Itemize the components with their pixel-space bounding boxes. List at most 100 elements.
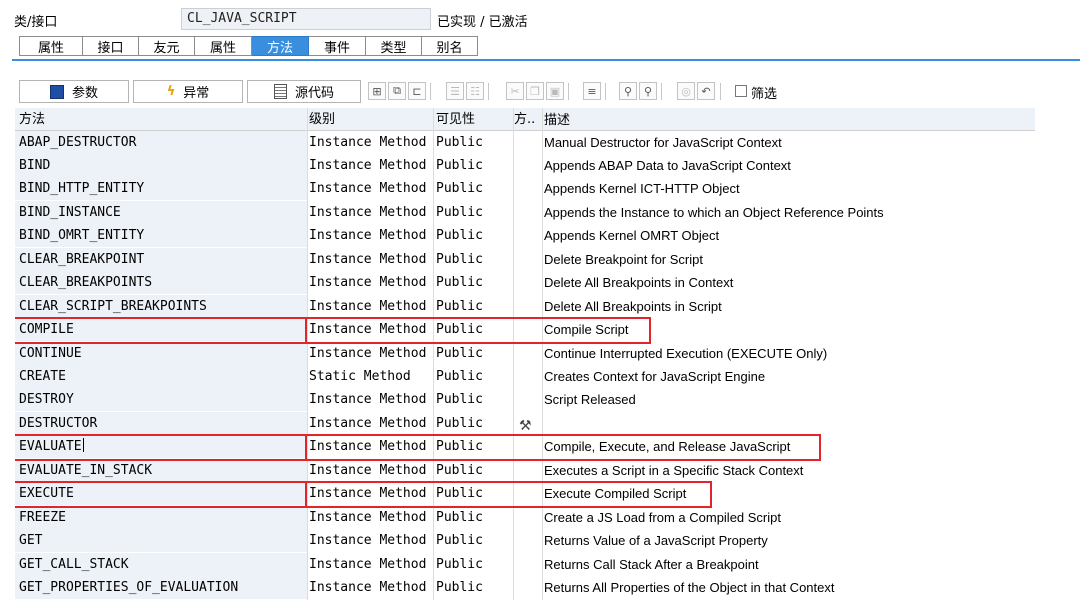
flag-cell	[514, 318, 542, 342]
column-divider	[433, 108, 434, 600]
method-name-cell-text: BIND_HTTP_ENTITY	[19, 181, 145, 197]
parameters-button[interactable]: 参数	[19, 80, 129, 103]
tab-attributes[interactable]: 属性	[19, 36, 83, 56]
level-cell: Instance Method	[308, 576, 433, 600]
flag-cell	[514, 271, 542, 295]
paste-icon[interactable]: ▣	[546, 82, 564, 100]
table-header: 方法 级别 可见性 方.. 描述	[15, 108, 1035, 131]
column-header-level[interactable]: 级别	[308, 108, 433, 131]
table-row[interactable]: CREATE Static Method Public Creates Context…	[15, 365, 1035, 388]
level-cell-text: Instance Method	[309, 181, 427, 197]
table-row[interactable]: EVALUATE_IN_STACK Instance Method Public Ex…	[15, 458, 1035, 482]
method-name-cell-text: GET_PROPERTIES_OF_EVALUATION	[19, 580, 239, 596]
method-name-cell: BIND_HTTP_ENTITY	[15, 177, 307, 201]
table-row[interactable]: CLEAR_SCRIPT_BREAKPOINTS Instance Method P…	[15, 294, 1035, 318]
insert-row-icon[interactable]: ⊞	[368, 82, 386, 100]
method-name-cell-text: CLEAR_BREAKPOINT	[19, 251, 145, 267]
exceptions-button[interactable]: ϟ 异常	[133, 80, 243, 103]
visibility-cell: Public	[434, 341, 513, 365]
source-code-button[interactable]: 源代码	[247, 80, 361, 103]
tab-methods[interactable]: 方法	[252, 36, 309, 56]
column-header-method[interactable]: 方法	[15, 108, 307, 131]
tab-interfaces[interactable]: 接口	[83, 36, 139, 56]
description-cell: Creates Context for JavaScript Engine	[543, 365, 1035, 388]
table-row[interactable]: GET_CALL_STACK Instance Method Public Retur…	[15, 552, 1035, 576]
tab-events[interactable]: 事件	[309, 36, 366, 56]
table-row[interactable]: CLEAR_BREAKPOINTS Instance Method Public De…	[15, 271, 1035, 295]
description-cell: Continue Interrupted Execution (EXECUTE …	[543, 341, 1035, 365]
table-row[interactable]: BIND_OMRT_ENTITY Instance Method Public App…	[15, 224, 1035, 248]
description-cell-text: Creates Context for JavaScript Engine	[544, 369, 766, 384]
table-row[interactable]: GET_PROPERTIES_OF_EVALUATION Instance Met…	[15, 576, 1035, 600]
flag-cell	[514, 529, 542, 553]
level-cell: Instance Method	[308, 130, 433, 154]
tab-properties[interactable]: 属性	[195, 36, 252, 56]
tab-aliases[interactable]: 别名	[422, 36, 478, 56]
table-row[interactable]: BIND_INSTANCE Instance Method Public Append…	[15, 200, 1035, 224]
method-name-cell-text: EVALUATE	[19, 439, 82, 455]
table-row[interactable]: BIND Instance Method Public Appends ABAP Da…	[15, 153, 1035, 177]
flag-cell	[514, 247, 542, 271]
level-cell-text: Instance Method	[309, 157, 427, 173]
delete-line-icon[interactable]: ☷	[466, 82, 484, 100]
level-cell: Instance Method	[308, 200, 433, 224]
tab-friends[interactable]: 友元	[139, 36, 195, 56]
description-cell-text: Script Released	[544, 392, 636, 408]
level-cell: Instance Method	[308, 388, 433, 412]
visibility-cell-text: Public	[436, 204, 483, 220]
zoom-icon[interactable]: ◎	[677, 82, 695, 100]
description-cell-text: Manual Destructor for JavaScript Context	[544, 134, 782, 150]
level-cell: Instance Method	[308, 294, 433, 318]
method-name-cell: CLEAR_SCRIPT_BREAKPOINTS	[15, 294, 307, 318]
table-row[interactable]: CONTINUE Instance Method Public Continue In…	[15, 341, 1035, 365]
visibility-cell-text: Public	[436, 462, 483, 478]
tab-types[interactable]: 类型	[366, 36, 422, 56]
level-cell-text: Instance Method	[309, 556, 427, 572]
visibility-cell: Public	[434, 318, 513, 342]
table-row[interactable]: DESTROY Instance Method Public Script Relea…	[15, 388, 1035, 412]
description-cell-text: Delete All Breakpoints in Script	[544, 298, 722, 314]
find-next-icon[interactable]: ⚲	[639, 82, 657, 100]
toolbar-separator	[568, 83, 569, 100]
copy-row-icon[interactable]: ⧉	[388, 82, 406, 100]
table-row[interactable]: COMPILE Instance Method Public Compile Scri…	[15, 318, 1035, 342]
table-row[interactable]: ABAP_DESTRUCTOR Instance Method Public Manu…	[15, 130, 1035, 154]
column-header-description[interactable]: 描述	[543, 108, 1035, 131]
table-row[interactable]: BIND_HTTP_ENTITY Instance Method Public App…	[15, 177, 1035, 201]
table-row[interactable]: CLEAR_BREAKPOINT Instance Method Public Del…	[15, 247, 1035, 271]
table-row[interactable]: GET Instance Method Public Returns Value of…	[15, 529, 1035, 553]
method-name-cell: FREEZE	[15, 505, 307, 529]
visibility-cell-text: Public	[436, 392, 483, 408]
copy-icon[interactable]: ❐	[526, 82, 544, 100]
table-row[interactable]: FREEZE Instance Method Public Create a JS L…	[15, 505, 1035, 529]
toolbar: 参数 ϟ 异常 源代码 ⊞ ⧉ ⊏ ☰ ☷ ✂ ❐ ▣ ≡ ⚲ ⚲ ◎ ↶ 筛选	[19, 80, 809, 104]
level-cell: Instance Method	[308, 505, 433, 529]
table-row[interactable]: DESTRUCTOR Instance Method Public ⚒	[15, 411, 1035, 435]
column-header-visibility[interactable]: 可见性	[434, 108, 513, 131]
toolbar-separator	[605, 83, 606, 100]
flag-cell	[514, 505, 542, 529]
flag-cell	[514, 341, 542, 365]
method-name-cell-text: BIND	[19, 157, 51, 173]
undo-icon[interactable]: ↶	[697, 82, 715, 100]
filter-checkbox[interactable]	[735, 85, 747, 97]
table-row[interactable]: EVALUATE Instance Method Public Compile, Ex…	[15, 435, 1035, 459]
level-cell: Instance Method	[308, 318, 433, 342]
add-line-icon[interactable]: ☰	[446, 82, 464, 100]
visibility-cell-text: Public	[436, 181, 483, 197]
visibility-cell-text: Public	[436, 157, 483, 173]
column-header-flag[interactable]: 方..	[514, 108, 542, 131]
parameters-icon	[49, 84, 64, 99]
find-icon[interactable]: ⚲	[619, 82, 637, 100]
method-name-cell-text: CLEAR_SCRIPT_BREAKPOINTS	[19, 298, 207, 314]
details-icon[interactable]: ≡	[583, 82, 601, 100]
level-cell-text: Static Method	[309, 369, 411, 384]
column-divider	[307, 108, 308, 600]
description-cell-text: Appends the Instance to which an Object …	[544, 204, 884, 220]
tree-icon[interactable]: ⊏	[408, 82, 426, 100]
cut-icon[interactable]: ✂	[506, 82, 524, 100]
description-cell-text: Appends Kernel ICT-HTTP Object	[544, 181, 740, 197]
table-row[interactable]: EXECUTE Instance Method Public Execute Comp…	[15, 482, 1035, 506]
class-name-field[interactable]: CL_JAVA_SCRIPT	[181, 8, 431, 30]
method-name-cell: CLEAR_BREAKPOINTS	[15, 271, 307, 295]
